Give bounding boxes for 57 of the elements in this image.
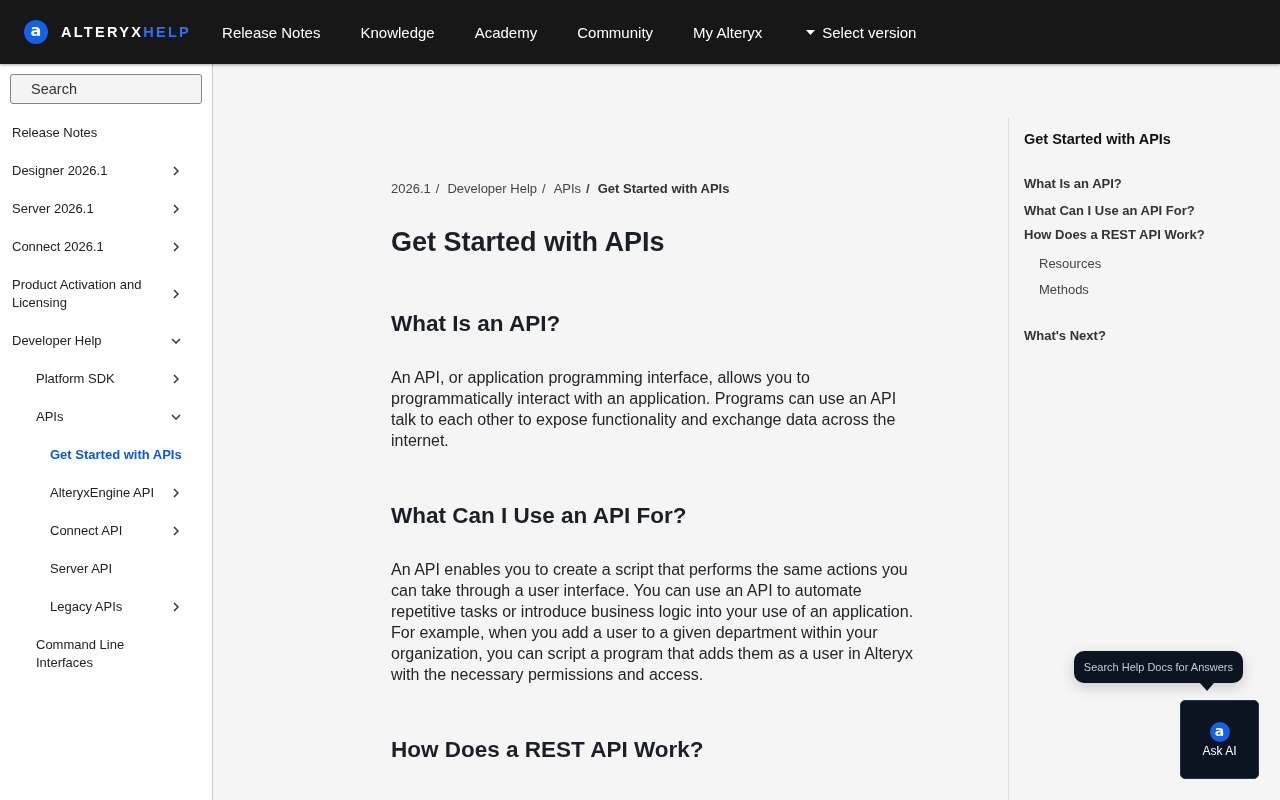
section-heading: What Can I Use an API For? (391, 502, 688, 530)
nav-link[interactable]: Community (577, 23, 654, 41)
chevron-right-icon[interactable] (173, 602, 179, 612)
toc-link[interactable]: What Is an API? (1024, 172, 1122, 196)
sidebar-item[interactable]: Server API (0, 550, 212, 588)
page-title: Get Started with APIs (391, 226, 666, 259)
sidebar-item[interactable]: Connect 2026.1 (0, 228, 212, 266)
section-heading: How Does a REST API Work? (391, 736, 705, 764)
version-dropdown[interactable]: Select version (806, 23, 917, 41)
chevron-down-icon[interactable] (171, 414, 181, 420)
nav-link[interactable]: Academy (474, 23, 538, 41)
sidebar-item[interactable]: Get Started with APIs (0, 436, 212, 474)
nav-link[interactable]: Release Notes (222, 23, 321, 41)
chevron-right-icon[interactable] (173, 166, 179, 176)
paragraph: An API, or application programming interface, allows you to programmatically interact with an application. Programs can use an API talk to each other to expose functionality and exchange data across the internet. (391, 368, 898, 451)
logo-mark: a (1209, 721, 1230, 742)
sidebar-item[interactable]: Release Notes (0, 114, 212, 152)
logo-wordmark[interactable]: ALTERYX HELP (61, 24, 192, 40)
sidebar-item[interactable]: Legacy APIs (0, 588, 212, 626)
sidebar-item[interactable]: Connect API (0, 512, 212, 550)
nav-link[interactable]: My Alteryx (693, 23, 763, 41)
toc-link[interactable]: How Does a REST API Work? (1024, 223, 1205, 247)
paragraph: An API enables you to create a script that performs the same actions you can take through a user interface. You can use an API to automate repetitive tasks or introduce business logic into your use of an application. For example, when you add a user to a given department within your organization, you can script a program that adds them as a user in Alteryx with the necessary permissions and access. (391, 560, 915, 685)
toc-sublink[interactable]: Methods (1039, 277, 1089, 303)
chevron-right-icon[interactable] (173, 488, 179, 498)
nav-link[interactable]: Knowledge (360, 23, 435, 41)
toc-link[interactable]: What Can I Use an API For? (1024, 199, 1195, 223)
toc-title: Get Started with APIs (1024, 130, 1172, 148)
section-heading: What Is an API? (391, 310, 562, 338)
breadcrumb-link[interactable]: APIs (553, 180, 582, 198)
breadcrumb-link[interactable]: 2026.1 (391, 180, 431, 198)
chevron-right-icon[interactable] (173, 242, 179, 252)
tooltip: Search Help Docs for Answers (1073, 651, 1243, 691)
chevron-right-icon[interactable] (173, 526, 179, 536)
chevron-right-icon[interactable] (173, 374, 179, 384)
sidebar-item[interactable]: Server 2026.1 (0, 190, 212, 228)
sidebar-item[interactable]: AlteryxEngine API (0, 474, 212, 512)
chevron-right-icon[interactable] (173, 204, 179, 214)
caret-down-icon (806, 29, 816, 35)
sidebar-item[interactable]: Developer Help (0, 322, 212, 360)
chevron-down-icon[interactable] (171, 338, 181, 344)
toc-sublink[interactable]: Resources (1039, 251, 1102, 277)
breadcrumb-link[interactable]: Developer Help (447, 180, 537, 198)
sidebar-item[interactable]: APIs (0, 398, 212, 436)
sidebar-item[interactable]: Command Line Interfaces (0, 626, 212, 682)
chevron-right-icon[interactable] (173, 289, 179, 299)
breadcrumb-separator: / (435, 180, 440, 198)
breadcrumb-separator: / (542, 180, 546, 198)
sidebar-item[interactable]: Designer 2026.1 (0, 152, 212, 190)
toc-link[interactable]: What's Next? (1024, 324, 1106, 348)
breadcrumb-current[interactable]: Get Started with APIs (597, 180, 730, 198)
breadcrumb-separator: / (586, 180, 590, 198)
logo-mark[interactable]: a (24, 20, 48, 44)
sidebar-item[interactable]: Product Activation and Licensing (0, 266, 212, 322)
ask-ai-button[interactable]: a Ask AI (1180, 700, 1259, 779)
sidebar-item[interactable]: Platform SDK (0, 360, 212, 398)
search-field[interactable]: Search (10, 74, 202, 104)
